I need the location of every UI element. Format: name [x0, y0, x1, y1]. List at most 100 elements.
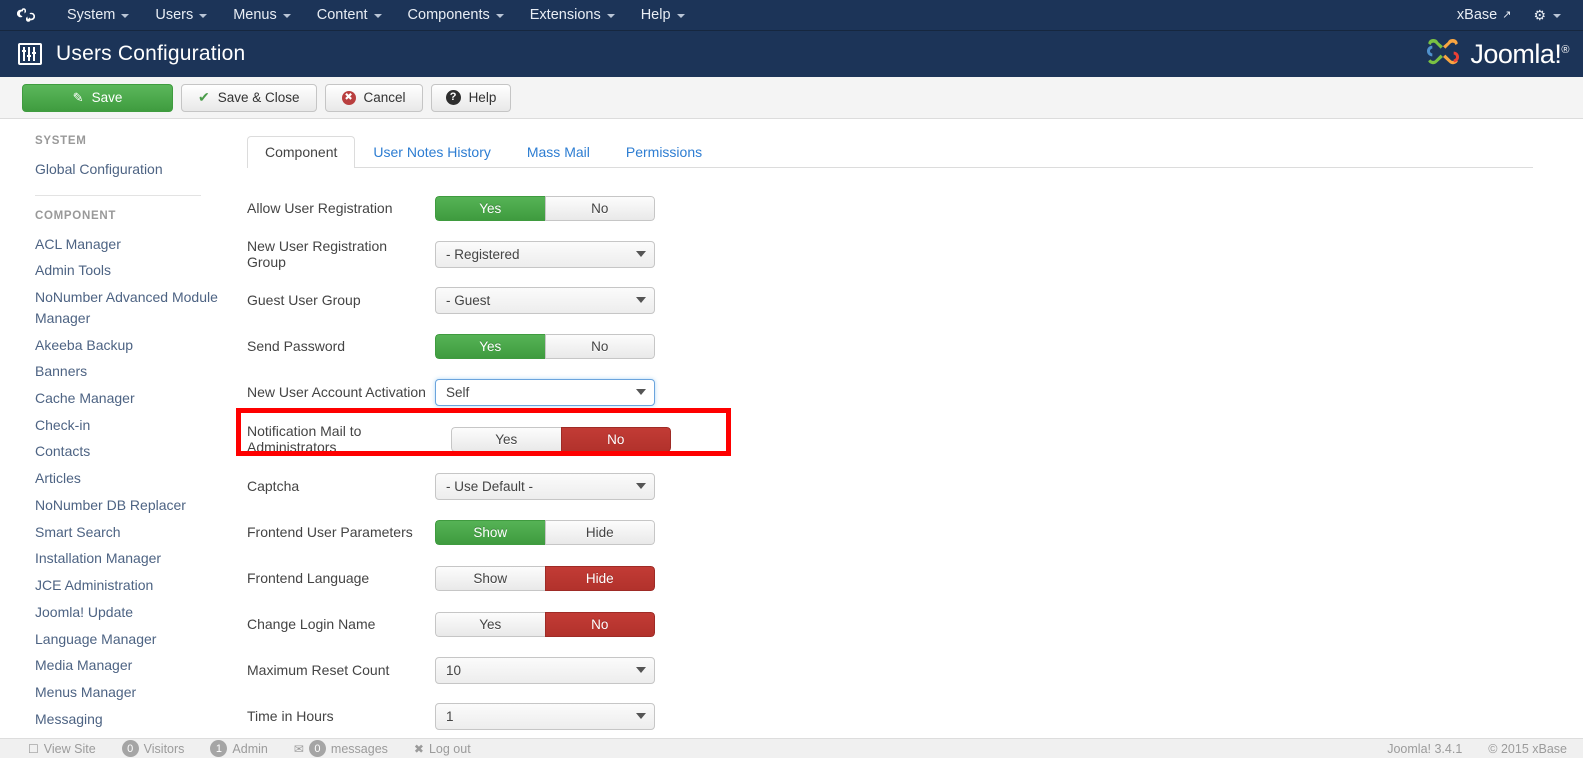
tab-component[interactable]: Component	[247, 136, 356, 168]
save-button[interactable]: ✎ Save	[22, 83, 173, 112]
sidebar-item-articles[interactable]: Articles	[35, 465, 223, 492]
sidebar-item-language-manager[interactable]: Language Manager	[35, 626, 223, 653]
toggle-option-hide[interactable]: Hide	[544, 519, 655, 545]
field-label: Guest User Group	[247, 292, 361, 308]
sidebar-item-check-in[interactable]: Check-in	[35, 412, 223, 439]
field-notification-mail-to-administrators: Notification Mail to Administrators Yes …	[247, 415, 1583, 463]
admin-bar-right-group: xBase ↗︎ ⚙︎	[1449, 2, 1571, 29]
field-label: Allow User Registration	[247, 200, 393, 216]
question-circle-icon: ?	[445, 90, 461, 105]
select-time-in-hours[interactable]: 1	[435, 702, 655, 730]
select-guest-user-group[interactable]: - Guest	[435, 286, 655, 314]
menu-extensions[interactable]: Extensions	[517, 2, 628, 28]
sidebar: SYSTEM Global Configuration COMPONENT AC…	[0, 119, 223, 758]
select-value: - Registered	[446, 246, 520, 262]
field-control: - Registered	[435, 240, 655, 268]
sidebar-item-global-configuration[interactable]: Global Configuration	[35, 156, 223, 183]
tab-bar: Component User Notes History Mass Mail P…	[247, 136, 1533, 168]
toggle-option-no[interactable]: No	[544, 611, 655, 637]
chevron-down-icon	[282, 14, 291, 18]
sidebar-item-installation-manager[interactable]: Installation Manager	[35, 545, 223, 572]
action-toolbar: ✎ Save ✔ Save & Close ✖ Cancel ? Help	[0, 77, 1583, 119]
status-bar: ☐ View Site 0 Visitors 1 Admin ✉ 0 messa…	[0, 738, 1583, 758]
select-new-user-account-activation[interactable]: Self	[435, 378, 655, 406]
chevron-down-icon	[636, 389, 646, 395]
chevron-down-icon	[636, 251, 646, 257]
toggle-group: Show Hide	[435, 519, 655, 545]
field-label: Notification Mail to Administrators	[247, 423, 362, 455]
menu-system[interactable]: System	[54, 2, 142, 28]
toggle-option-yes[interactable]: Yes	[435, 611, 545, 637]
menu-components[interactable]: Components	[395, 2, 517, 28]
tab-mass-mail[interactable]: Mass Mail	[509, 136, 608, 168]
save-and-close-button[interactable]: ✔ Save & Close	[181, 83, 317, 112]
tab-user-notes-history[interactable]: User Notes History	[355, 136, 508, 168]
toggle-group: Yes No	[451, 426, 671, 452]
status-logout[interactable]: ✖ Log out	[414, 742, 471, 756]
sidebar-item-joomla-update[interactable]: Joomla! Update	[35, 599, 223, 626]
sidebar-item-nonumber-db-replacer[interactable]: NoNumber DB Replacer	[35, 492, 223, 519]
chevron-down-icon	[676, 14, 685, 18]
sidebar-item-banners[interactable]: Banners	[35, 358, 223, 385]
menu-content[interactable]: Content	[304, 2, 395, 28]
sidebar-item-akeeba-backup[interactable]: Akeeba Backup	[35, 332, 223, 359]
cancel-button-label: Cancel	[363, 90, 406, 105]
settings-menu-button[interactable]: ⚙︎	[1523, 2, 1571, 29]
sidebar-item-jce-administration[interactable]: JCE Administration	[35, 572, 223, 599]
toggle-option-yes[interactable]: Yes	[435, 333, 545, 359]
sidebar-item-messaging[interactable]: Messaging	[35, 706, 223, 733]
sidebar-item-menus-manager[interactable]: Menus Manager	[35, 679, 223, 706]
chevron-down-icon	[606, 14, 615, 18]
field-control: Yes No	[435, 195, 655, 221]
status-view-site[interactable]: ☐ View Site	[28, 742, 96, 756]
site-name-link[interactable]: xBase ↗︎	[1449, 2, 1520, 28]
sidebar-item-media-manager[interactable]: Media Manager	[35, 652, 223, 679]
sidebar-item-smart-search[interactable]: Smart Search	[35, 519, 223, 546]
menu-help[interactable]: Help	[628, 2, 698, 28]
sidebar-item-contacts[interactable]: Contacts	[35, 438, 223, 465]
menu-menus[interactable]: Menus	[220, 2, 304, 28]
component-settings-form: Allow User Registration Yes No New User …	[247, 168, 1583, 739]
toggle-option-show[interactable]: Show	[435, 519, 545, 545]
status-visitors[interactable]: 0 Visitors	[121, 740, 184, 757]
site-name-label: xBase	[1456, 7, 1498, 23]
status-admins[interactable]: 1 Admin	[210, 740, 268, 757]
field-label: Send Password	[247, 338, 346, 354]
toggle-option-hide[interactable]: Hide	[544, 565, 655, 591]
toggle-option-show[interactable]: Show	[435, 565, 545, 591]
sidebar-item-acl-manager[interactable]: ACL Manager	[35, 231, 223, 258]
sidebar-item-admin-tools[interactable]: Admin Tools	[35, 257, 223, 284]
envelope-icon: ✉	[293, 741, 304, 756]
field-maximum-reset-count: Maximum Reset Count 10	[247, 647, 1583, 693]
joomla-brand-icon[interactable]	[16, 5, 36, 25]
toggle-option-no[interactable]: No	[544, 195, 655, 221]
sidebar-item-cache-manager[interactable]: Cache Manager	[35, 385, 223, 412]
admin-count-badge: 1	[210, 740, 228, 757]
toggle-option-no[interactable]: No	[560, 426, 671, 452]
select-value: Self	[446, 384, 470, 400]
menu-extensions-label: Extensions	[529, 7, 601, 23]
menu-components-label: Components	[407, 7, 490, 23]
help-button[interactable]: ? Help	[430, 83, 512, 112]
copyright-label: © 2015 xBase	[1488, 741, 1567, 756]
tab-permissions[interactable]: Permissions	[608, 136, 720, 168]
cancel-button[interactable]: ✖ Cancel	[324, 83, 423, 112]
field-label: Frontend Language	[247, 570, 370, 586]
select-new-user-registration-group[interactable]: - Registered	[435, 240, 655, 268]
menu-users[interactable]: Users	[142, 2, 220, 28]
toggle-option-yes[interactable]: Yes	[435, 195, 545, 221]
joomla-logo-word: Joomla!	[1470, 38, 1562, 69]
toggle-group: Yes No	[435, 611, 655, 637]
messages-count-badge: 0	[308, 740, 326, 757]
toggle-option-yes[interactable]: Yes	[451, 426, 561, 452]
field-control: Yes No	[435, 333, 655, 359]
status-messages[interactable]: ✉ 0 messages	[294, 740, 388, 757]
sidebar-item-nonumber-advanced-module-manager[interactable]: NoNumber Advanced Module Manager	[35, 284, 223, 331]
select-maximum-reset-count[interactable]: 10	[435, 656, 655, 684]
toggle-option-no[interactable]: No	[544, 333, 655, 359]
status-admin-label: Admin	[232, 741, 268, 756]
field-frontend-language: Frontend Language Show Hide	[247, 555, 1583, 601]
sidebar-group-system-heading: SYSTEM	[35, 135, 87, 147]
select-captcha[interactable]: - Use Default -	[435, 472, 655, 500]
power-icon: ✖	[413, 741, 424, 756]
